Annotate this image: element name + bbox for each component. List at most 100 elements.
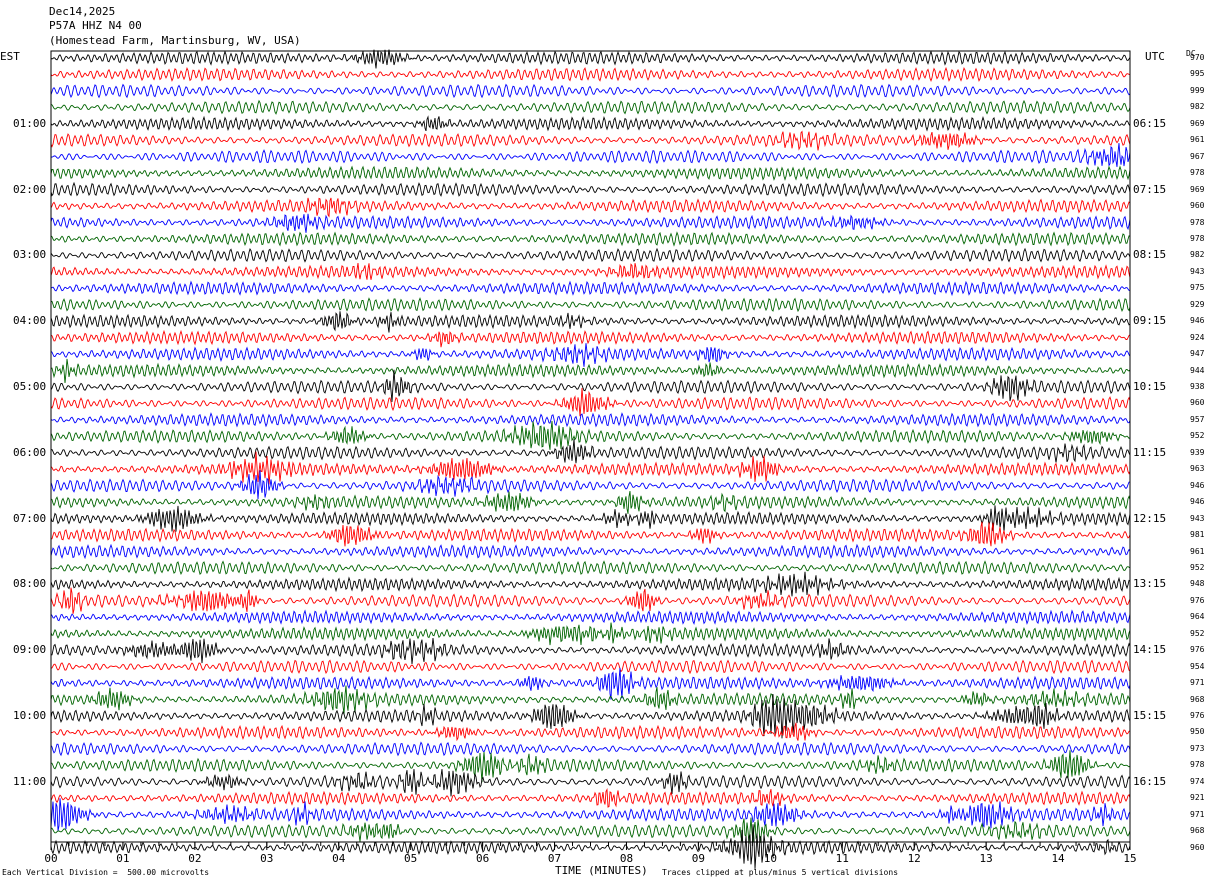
trace-line [50,521,1131,547]
trace-line [50,311,1131,333]
dc-offset-label: 939 [1190,447,1205,457]
trace-line [50,83,1131,99]
dc-offset-label: 921 [1190,793,1205,803]
dc-offset-label: 964 [1190,612,1205,622]
trace-line [50,280,1131,297]
dc-offset-label: 975 [1190,283,1205,293]
x-tick-label: 11 [835,852,849,865]
dc-offset-label: 969 [1190,118,1205,128]
trace-line [50,66,1130,82]
trace-line [50,49,1131,69]
dc-offset-label: 944 [1190,365,1205,375]
dc-offset-label: 943 [1190,513,1205,523]
left-hour-label: 02:00 [13,182,47,196]
dc-offset-label: 976 [1190,645,1205,655]
trace-line [50,231,1131,247]
trace-line [50,358,1131,384]
dc-offset-label: 976 [1190,595,1205,605]
seismogram-plot [50,49,1131,869]
x-tick-label: 05 [404,852,418,865]
dc-offset-label: 968 [1190,826,1205,836]
trace-line [50,798,1131,831]
trace-line [50,99,1131,115]
dc-offset-label: 924 [1190,332,1205,342]
trace-line [50,505,1131,532]
trace-line [50,297,1131,313]
clip-note: Traces clipped at plus/minus 5 vertical … [662,868,899,877]
dc-offset-label: 999 [1190,85,1205,95]
right-hour-label: 09:15 [1133,314,1167,328]
right-hour-label: 06:15 [1133,116,1167,130]
dc-offset-label: 952 [1190,562,1205,572]
dc-offset-label: 973 [1190,743,1205,753]
left-hour-label: 09:00 [13,643,47,657]
x-tick-label: 12 [907,852,921,865]
x-tick-label: 02 [188,852,202,865]
x-tick-label: 14 [1051,852,1065,865]
dc-offset-label: 950 [1190,727,1205,737]
right-hour-label: 12:15 [1133,511,1167,525]
est-label: EST [0,50,20,63]
trace-line [50,387,1131,417]
left-hour-label: 11:00 [13,774,47,788]
right-hour-label: 10:15 [1133,380,1167,393]
trace-line [50,213,1131,233]
left-hour-label: 07:00 [13,511,47,525]
x-tick-label: 06 [475,852,490,865]
dc-offset-label: 978 [1190,217,1205,227]
trace-line [50,667,1131,700]
trace-line [50,143,1131,167]
utc-label: UTC [1145,50,1165,63]
trace-line [50,571,1131,597]
x-tick-label: 03 [260,852,274,865]
trace-line [50,587,1131,614]
dc-offset-label: 982 [1190,102,1205,112]
dc-offset-label: 946 [1190,480,1205,490]
dc-offset-label: 929 [1190,299,1205,309]
left-hour-label: 04:00 [13,314,47,328]
dc-offset-label: 960 [1190,398,1205,408]
trace-line [50,165,1131,181]
x-tick-label: 15 [1123,852,1137,865]
dc-offset-label: 961 [1190,135,1205,145]
right-hour-label: 15:15 [1133,709,1167,722]
trace-line [50,694,1131,739]
dc-offset-label: 960 [1190,842,1205,852]
dc-offset-label: 978 [1190,760,1205,770]
plot-frame [50,50,1131,843]
left-hour-label: 01:00 [13,116,47,130]
scale-note: Each Vertical Division = 500.00 microvol… [2,868,210,877]
dc-offset-label: 947 [1190,349,1205,359]
trace-line [50,343,1131,367]
x-tick-group [50,842,1131,850]
left-hour-label: 03:00 [13,248,47,262]
dc-offset-label: 981 [1190,530,1205,540]
x-tick-label: 09 [691,852,706,865]
header-location: (Homestead Farm, Martinsburg, WV, USA) [49,34,301,47]
header-station: P57A HHZ N4 00 [49,19,142,32]
trace-line [50,491,1131,514]
left-hour-label: 05:00 [13,380,47,393]
right-hour-label: 07:15 [1133,182,1167,196]
x-tick-label: 10 [763,852,777,865]
right-hour-label: 08:15 [1133,248,1167,262]
trace-group [50,49,1131,869]
dc-offset-label: 971 [1190,678,1205,688]
dc-offset-label: 952 [1190,431,1205,441]
dc-offset-label: 943 [1190,266,1205,276]
dc-offset-label: 976 [1190,711,1205,720]
left-hour-label: 08:00 [13,577,47,591]
x-axis-title: TIME (MINUTES) [555,864,648,877]
dc-offset-label: 957 [1190,414,1205,424]
dc-offset-label: 960 [1190,201,1205,211]
trace-line [50,788,1131,808]
trace-line [50,769,1131,797]
dc-offset-label: 961 [1190,546,1205,556]
trace-line [50,412,1131,428]
trace-line [50,247,1131,263]
right-hour-label: 14:15 [1133,643,1167,657]
trace-line [50,470,1131,500]
trace-line [50,622,1131,646]
dc-offset-label: 982 [1190,250,1205,260]
dc-offset-label: 952 [1190,628,1205,638]
